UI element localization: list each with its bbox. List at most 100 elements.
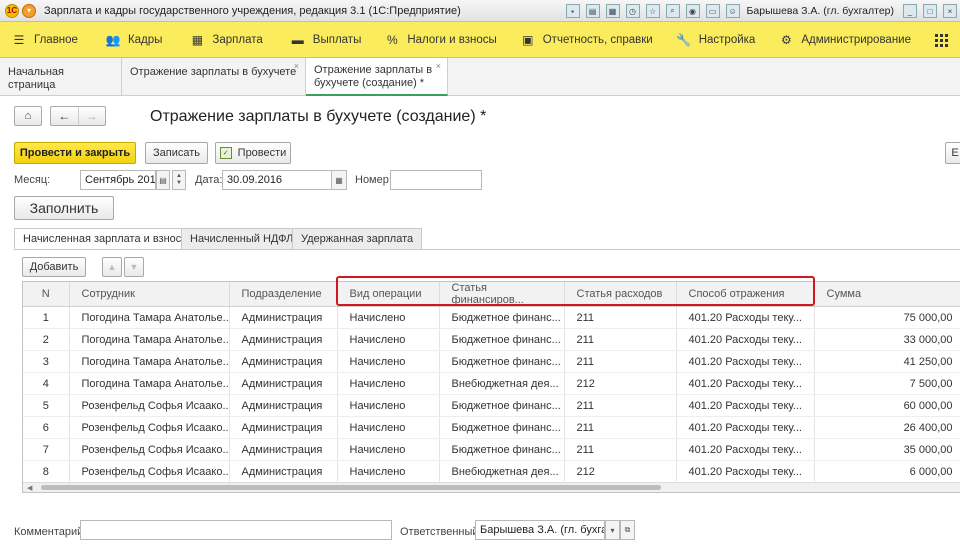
calendar-icon[interactable]: ▦ bbox=[331, 170, 347, 190]
table-row[interactable]: 5 Розенфельд Софья Исаако... Администрация… bbox=[23, 394, 960, 417]
save-icon[interactable]: ▪ bbox=[565, 4, 580, 18]
menu-item-admin[interactable]: ⚙ Администрирование bbox=[779, 22, 911, 58]
responsible-dropdown-icon[interactable]: ▾ bbox=[605, 520, 620, 540]
cell-amount[interactable]: 26 400,00 bbox=[814, 416, 960, 439]
cell-employee[interactable]: Розенфельд Софья Исаако... bbox=[69, 394, 230, 417]
user-icon[interactable]: ☺ bbox=[725, 4, 740, 18]
table-row[interactable]: 4 Погодина Тамара Анатолье... Администраци… bbox=[23, 372, 960, 395]
open-link-icon[interactable]: ⧉ bbox=[620, 520, 635, 540]
column-header-finance-item[interactable]: Статья финансиров... bbox=[439, 282, 565, 307]
cell-finance-item[interactable]: Бюджетное финанс... bbox=[439, 350, 565, 373]
search-icon[interactable]: ⌕ bbox=[665, 4, 680, 18]
column-header-operation[interactable]: Вид операции bbox=[337, 282, 440, 307]
cell-department[interactable]: Администрация bbox=[229, 416, 338, 439]
cell-n[interactable]: 4 bbox=[23, 372, 70, 395]
cell-operation[interactable]: Начислено bbox=[337, 328, 440, 351]
menu-item-salary[interactable]: ▦ Зарплата bbox=[190, 22, 263, 58]
cell-reflection-method[interactable]: 401.20 Расходы теку... bbox=[676, 416, 815, 439]
cell-employee[interactable]: Розенфельд Софья Исаако... bbox=[69, 460, 230, 483]
cell-operation[interactable]: Начислено bbox=[337, 416, 440, 439]
menu-item-reports[interactable]: ▣ Отчетность, справки bbox=[521, 22, 653, 58]
forward-arrow-icon[interactable]: → bbox=[77, 107, 106, 125]
cell-n[interactable]: 8 bbox=[23, 460, 70, 483]
notifications-icon[interactable]: ◉ bbox=[685, 4, 700, 18]
tab-accrued-salary[interactable]: Начисленная зарплата и взносы bbox=[14, 228, 199, 250]
cell-expense-item[interactable]: 211 bbox=[564, 416, 677, 439]
cell-amount[interactable]: 60 000,00 bbox=[814, 394, 960, 417]
cell-employee[interactable]: Погодина Тамара Анатолье... bbox=[69, 350, 230, 373]
column-header-reflection-method[interactable]: Способ отражения bbox=[676, 282, 815, 307]
post-button[interactable]: ✓ Провести bbox=[215, 142, 291, 164]
comment-field[interactable] bbox=[80, 520, 392, 540]
cell-n[interactable]: 2 bbox=[23, 328, 70, 351]
cell-employee[interactable]: Розенфельд Софья Исаако... bbox=[69, 438, 230, 461]
back-arrow-icon[interactable]: ← bbox=[51, 107, 78, 125]
tab-withheld-salary[interactable]: Удержанная зарплата bbox=[292, 228, 423, 249]
table-row[interactable]: 1 Погодина Тамара Анатолье... Администраци… bbox=[23, 306, 960, 329]
cell-finance-item[interactable]: Внебюджетная дея... bbox=[439, 460, 565, 483]
column-header-n[interactable]: N bbox=[23, 282, 70, 307]
cell-finance-item[interactable]: Бюджетное финанс... bbox=[439, 438, 565, 461]
month-field[interactable]: Сентябрь 2016 bbox=[80, 170, 156, 190]
scrollbar-thumb[interactable] bbox=[41, 485, 661, 490]
cell-reflection-method[interactable]: 401.20 Расходы теку... bbox=[676, 328, 815, 351]
number-field[interactable] bbox=[390, 170, 482, 190]
cell-amount[interactable]: 35 000,00 bbox=[814, 438, 960, 461]
cell-n[interactable]: 1 bbox=[23, 306, 70, 329]
horizontal-scrollbar[interactable]: ◀ bbox=[23, 482, 960, 492]
column-header-expense-item[interactable]: Статья расходов bbox=[564, 282, 677, 307]
add-row-button[interactable]: Добавить bbox=[22, 257, 86, 277]
more-actions-button[interactable]: Е bbox=[945, 142, 960, 164]
history-icon[interactable]: ◷ bbox=[625, 4, 640, 18]
cell-operation[interactable]: Начислено bbox=[337, 350, 440, 373]
cell-department[interactable]: Администрация bbox=[229, 372, 338, 395]
cell-n[interactable]: 3 bbox=[23, 350, 70, 373]
month-select-icon[interactable]: ▤ bbox=[156, 170, 170, 190]
column-header-amount[interactable]: Сумма bbox=[814, 282, 960, 307]
menu-item-settings[interactable]: 🔧 Настройка bbox=[676, 22, 755, 58]
table-row[interactable]: 2 Погодина Тамара Анатолье... Администраци… bbox=[23, 328, 960, 351]
cell-reflection-method[interactable]: 401.20 Расходы теку... bbox=[676, 438, 815, 461]
cell-employee[interactable]: Погодина Тамара Анатолье... bbox=[69, 306, 230, 329]
cell-operation[interactable]: Начислено bbox=[337, 394, 440, 417]
cell-operation[interactable]: Начислено bbox=[337, 438, 440, 461]
cell-department[interactable]: Администрация bbox=[229, 438, 338, 461]
cell-finance-item[interactable]: Бюджетное финанс... bbox=[439, 328, 565, 351]
cell-reflection-method[interactable]: 401.20 Расходы теку... bbox=[676, 394, 815, 417]
cell-operation[interactable]: Начислено bbox=[337, 306, 440, 329]
current-user[interactable]: Барышева З.А. (гл. бухгалтер) bbox=[747, 5, 894, 17]
cell-employee[interactable]: Розенфельд Софья Исаако... bbox=[69, 416, 230, 439]
cell-reflection-method[interactable]: 401.20 Расходы теку... bbox=[676, 372, 815, 395]
close-icon[interactable]: × bbox=[943, 4, 957, 18]
tab-home[interactable]: Начальная страница bbox=[0, 58, 122, 96]
cell-expense-item[interactable]: 211 bbox=[564, 328, 677, 351]
cell-department[interactable]: Администрация bbox=[229, 394, 338, 417]
cell-n[interactable]: 5 bbox=[23, 394, 70, 417]
move-up-icon[interactable]: ▲ bbox=[102, 257, 122, 277]
close-tab-icon[interactable]: × bbox=[294, 60, 299, 73]
fill-button[interactable]: Заполнить bbox=[14, 196, 114, 220]
cell-expense-item[interactable]: 211 bbox=[564, 438, 677, 461]
scroll-left-icon[interactable]: ◀ bbox=[27, 484, 32, 492]
maximize-icon[interactable]: □ bbox=[923, 4, 937, 18]
menu-item-hr[interactable]: 👥 Кадры bbox=[105, 22, 162, 58]
cell-n[interactable]: 6 bbox=[23, 416, 70, 439]
cell-finance-item[interactable]: Бюджетное финанс... bbox=[439, 306, 565, 329]
menu-item-payments[interactable]: ▬ Выплаты bbox=[291, 22, 362, 58]
table-row[interactable]: 3 Погодина Тамара Анатолье... Администраци… bbox=[23, 350, 960, 373]
calendar-icon[interactable]: ▦ bbox=[605, 4, 620, 18]
cell-department[interactable]: Администрация bbox=[229, 460, 338, 483]
cell-department[interactable]: Администрация bbox=[229, 328, 338, 351]
cell-amount[interactable]: 6 000,00 bbox=[814, 460, 960, 483]
table-row[interactable]: 6 Розенфельд Софья Исаако... Администрация… bbox=[23, 416, 960, 439]
tab-salary-accounting[interactable]: Отражение зарплаты в бухучете × bbox=[122, 58, 306, 96]
cell-reflection-method[interactable]: 401.20 Расходы теку... bbox=[676, 350, 815, 373]
cell-expense-item[interactable]: 212 bbox=[564, 460, 677, 483]
save-button[interactable]: Записать bbox=[145, 142, 208, 164]
cell-amount[interactable]: 7 500,00 bbox=[814, 372, 960, 395]
tab-accrued-ndfl[interactable]: Начисленный НДФЛ bbox=[181, 228, 303, 249]
app-menu-icon[interactable]: ▾ bbox=[22, 3, 36, 18]
favorites-icon[interactable]: ☆ bbox=[645, 4, 660, 18]
cell-n[interactable]: 7 bbox=[23, 438, 70, 461]
all-functions-grid-icon[interactable] bbox=[935, 34, 948, 47]
